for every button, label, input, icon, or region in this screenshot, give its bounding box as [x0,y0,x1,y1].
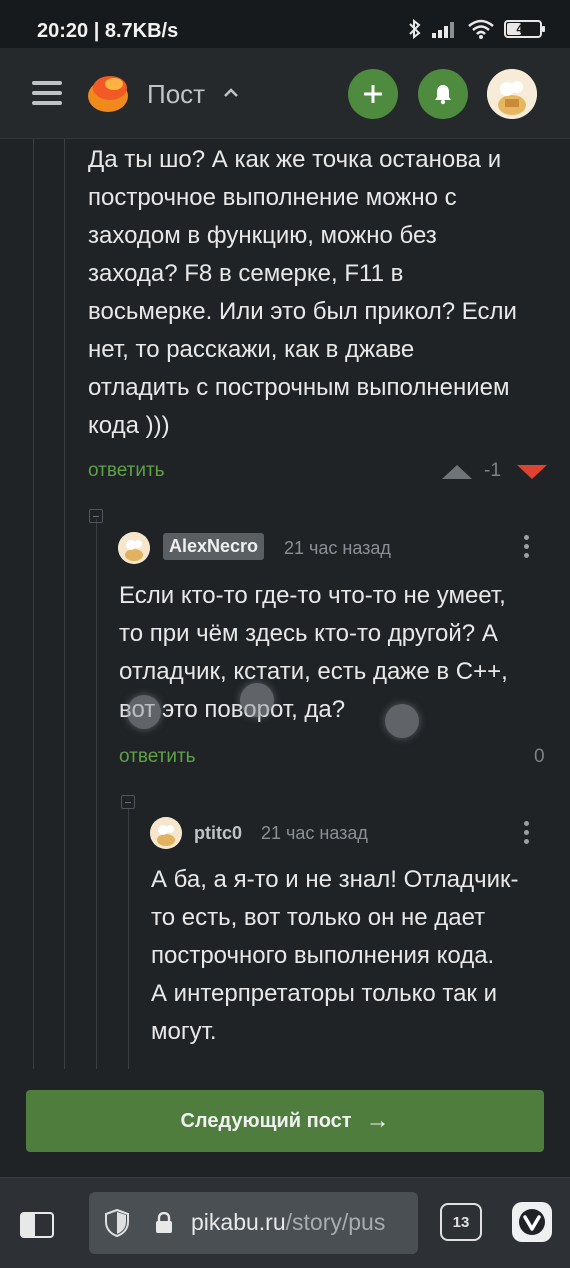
comment-line: могут. [151,1018,217,1045]
collapse-thread-icon[interactable] [89,509,103,523]
tabs-button[interactable]: 13 [440,1203,482,1241]
comment-author[interactable]: ptitc0 [194,823,242,844]
next-post-bar: Следующий пост → [0,1069,570,1177]
status-bar: 20:20 | 8.7KB/s 42 [0,0,570,48]
comment-line: отладить с построчным выполнением [88,374,510,401]
bell-icon [435,85,451,105]
comment-line: заходом в функцию, можно без [88,222,437,249]
page-title[interactable]: Пост [147,79,205,110]
comment-text: Да ты шо? А как же точка останова и пост… [88,141,517,445]
thread-line [64,139,65,1069]
comment-time: 21 час назад [261,823,368,843]
app-header: Пост [0,48,570,139]
wifi-icon [468,19,494,39]
lock-icon [156,1212,172,1233]
touch-indicator [127,695,161,729]
plus-icon [364,85,382,103]
commenter-avatar[interactable] [150,817,182,849]
thread-line [96,519,97,1069]
comment-author[interactable]: AlexNecro [163,533,265,560]
next-post-button[interactable]: Следующий пост → [26,1090,544,1152]
touch-indicator [385,704,419,738]
downvote-icon[interactable] [517,465,547,479]
comment-time: 21 час назад [284,538,391,558]
vivaldi-menu-button[interactable] [512,1202,552,1242]
notifications-button[interactable] [418,69,468,119]
status-icons: 42 [408,18,545,40]
reply-link[interactable]: ответить [88,460,165,482]
shield-icon[interactable] [105,1209,129,1237]
comment-line: восьмерке. Или это был прикол? Если [88,298,517,325]
comment-line: кода ))) [88,412,170,439]
url-path: /story/pus [285,1209,386,1235]
browser-toolbar: pikabu.ru/story/pus 13 [0,1177,570,1268]
bluetooth-icon [409,18,421,40]
comments-section: Да ты шо? А как же точка останова и пост… [0,139,570,1069]
thread-line [128,809,129,1069]
upvote-icon[interactable] [442,465,472,479]
comment-line: вот это поворот, да? [119,696,346,723]
url-text[interactable]: pikabu.ru/story/pus [191,1209,385,1236]
comment-line: Да ты шо? А как же точка останова и [88,146,502,173]
next-post-label: Следующий пост [180,1109,352,1132]
address-bar[interactable]: pikabu.ru/story/pus [89,1192,418,1254]
comment-line: Если кто-то где-то что-то не умеет, [119,582,506,609]
comment-line: отладчик, кстати, есть даже в C++, [119,658,508,685]
pikabu-logo[interactable] [86,72,130,114]
chevron-up-icon[interactable] [222,84,240,102]
comment-line: А интерпретаторы только так и [151,980,498,1007]
comment-line: то при чём здесь кто-то другой? А [119,620,498,647]
commenter-avatar[interactable] [118,532,150,564]
comment-text: Если кто-то где-то что-то не умеет, то п… [119,577,508,729]
thread-line [33,139,34,1069]
signal-icon [432,22,454,38]
comment-line: то есть, вот только он не дает [151,904,486,931]
more-options-icon[interactable] [524,535,530,561]
hamburger-menu-icon[interactable] [32,81,62,105]
url-host: pikabu.ru [191,1209,286,1235]
touch-indicator [240,683,274,717]
arrow-right-icon: → [365,1107,390,1134]
comment-line: захода? F8 в семерке, F11 в [88,260,404,287]
comment-rating: -1 [484,460,501,481]
comment-text: А ба, а я-то и не знал! Отладчик- то ест… [151,861,518,1051]
add-post-button[interactable] [348,69,398,119]
comment-line: построчное выполнение можно с [88,184,457,211]
comment-line: построчного выполнения кода. [151,942,495,969]
battery-value: 42 [516,22,530,36]
comment-line: нет, то расскажи, как в джаве [88,336,415,363]
vivaldi-icon [519,1209,545,1235]
more-options-icon[interactable] [524,821,530,847]
status-time: 20:20 | 8.7KB/s [37,20,179,42]
user-avatar[interactable] [487,69,537,119]
panel-toggle-icon[interactable] [20,1212,54,1238]
collapse-thread-icon[interactable] [121,795,135,809]
battery-indicator: 42 [504,20,545,38]
comment-rating: 0 [534,746,545,767]
reply-link[interactable]: ответить [119,746,196,768]
comment-line: А ба, а я-то и не знал! Отладчик- [151,866,519,893]
